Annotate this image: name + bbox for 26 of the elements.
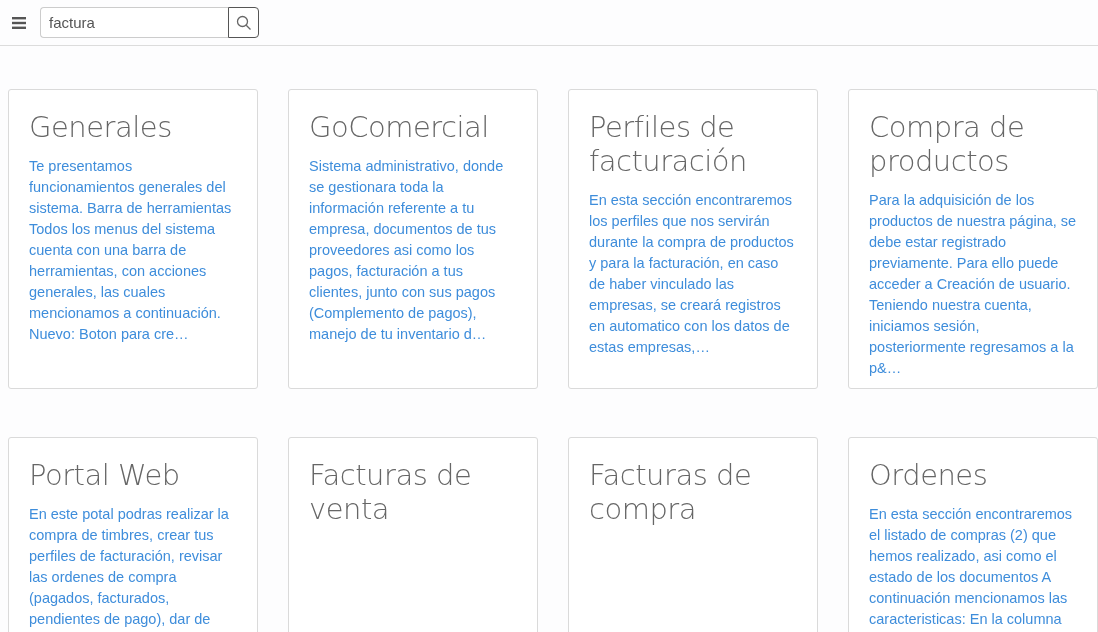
card-description: Para la adquisición de los productos de nuestra página, se debe estar registrado previamente. Para ello puede acceder a Creación de usuario. Teniendo nuestra cuenta, iniciamos sesión, posteriormente regresamos a la p&… (869, 191, 1077, 378)
card-description: Sistema administrativo, donde se gestionara toda la información referente a tu empresa, documentos de tus proveedores asi como los pagos, facturación a tus clientes, junto con sus pagos (Complemento de pagos), manejo de tu inventario d… (309, 157, 505, 344)
card-title: Portal Web (29, 458, 181, 492)
card-description: Te presentamos funcionamientos generales del sistema. Barra de herramientas Todos los menus del sistema cuenta con una barra de herramientas, con acciones generales, las cuales mencionamos a continuación. Nuevo: Boton para cre… (29, 157, 233, 344)
card-title: Perfiles de facturación (589, 110, 748, 178)
search-field[interactable]: factura (40, 7, 228, 38)
card-title: Generales (29, 110, 173, 144)
menu-icon[interactable] (12, 16, 26, 29)
card-description: En esta sección encontraremos los perfiles que nos servirán durante la compra de productos y para la facturación, en caso de haber vinculado las empresas, se creará registros en automatico con los datos de estas empresas,… (589, 191, 795, 357)
card-title: Compra de productos (869, 110, 1026, 178)
card-title: Facturas de compra (589, 458, 753, 526)
topic-card[interactable] (8, 89, 258, 389)
topic-card[interactable]: Facturas de compra (568, 437, 818, 632)
card-title: Ordenes (869, 458, 989, 492)
topic-card[interactable]: Facturas de venta (288, 437, 538, 632)
card-title: GoComercial (309, 110, 490, 144)
search-button[interactable] (228, 7, 259, 38)
topic-card[interactable]: Ordenes En esta sección encontraremos el listado de compras (2) que hemos realizado, asi como el estado de los documentos A continuación mencionamos las caracteristicas: En la columna (848, 437, 1098, 632)
card-description: En esta sección encontraremos el listado de compras (2) que hemos realizado, asi como el estado de los documentos A continuación mencionamos las caracteristicas: En la columna (869, 505, 1074, 629)
card-title: Facturas de venta (309, 458, 473, 526)
topic-card[interactable] (568, 89, 818, 389)
card-description: En este potal podras realizar la compra de timbres, crear tus perfiles de facturación, revisar las ordenes de compra (pagados, facturados, pendientes de pago), dar de (29, 505, 230, 629)
topic-card[interactable] (288, 89, 538, 389)
topic-card[interactable] (848, 89, 1098, 389)
search-icon (235, 14, 252, 31)
topic-card[interactable]: Portal Web En este potal podras realizar la compra de timbres, crear tus perfiles de facturación, revisar las ordenes de compra (pagados, facturados, pendientes de pago), dar de (8, 437, 258, 632)
